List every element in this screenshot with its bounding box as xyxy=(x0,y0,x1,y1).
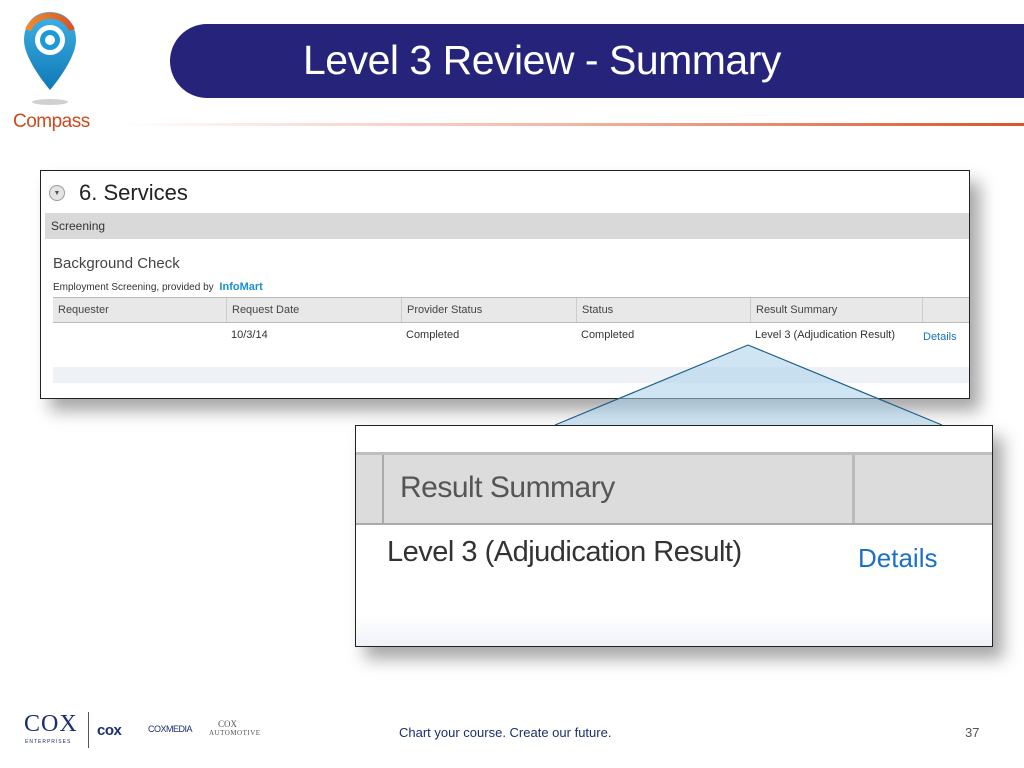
column-header-request-date[interactable]: Request Date xyxy=(226,298,401,322)
provider-prefix: Employment Screening, provided by xyxy=(53,282,214,293)
column-header-status[interactable]: Status xyxy=(576,298,750,322)
tagline: Chart your course. Create our future. xyxy=(399,725,612,740)
details-link[interactable]: Details xyxy=(923,331,957,343)
cox-automotive-logo-sub: AUTOMOTIVE xyxy=(209,729,261,737)
title-bar: Level 3 Review - Summary xyxy=(170,24,1024,98)
screening-bar: Screening xyxy=(45,213,969,239)
cox-enterprises-logo: COX xyxy=(24,711,78,737)
page-number: 37 xyxy=(965,725,980,740)
zoom-result-summary: Level 3 (Adjudication Result) xyxy=(387,536,742,568)
table-footer xyxy=(53,367,969,383)
provider-line: Employment Screening, provided by InfoMa… xyxy=(53,281,263,293)
column-header-actions xyxy=(922,298,969,322)
column-header-requester[interactable]: Requester xyxy=(53,298,226,322)
cell-status: Completed xyxy=(581,329,635,341)
cell-result-summary: Level 3 (Adjudication Result) xyxy=(755,329,896,341)
column-header-provider-status[interactable]: Provider Status xyxy=(401,298,576,322)
footer-divider xyxy=(88,712,89,748)
title-divider xyxy=(120,123,1024,126)
zoom-table-header: Result Summary xyxy=(356,452,992,525)
table-row: 10/3/14 Completed Completed Level 3 (Adj… xyxy=(53,323,969,349)
cell-provider-status: Completed xyxy=(406,329,460,341)
zoom-table-footer xyxy=(356,616,992,646)
cox-automotive-logo: COX xyxy=(218,719,238,729)
zoom-column-divider xyxy=(852,455,855,523)
zoom-column-header-result-summary[interactable]: Result Summary xyxy=(400,471,615,505)
column-header-result-summary[interactable]: Result Summary xyxy=(750,298,922,322)
cox-communications-logo: cox xyxy=(97,722,122,739)
services-panel: ▼ 6. Services Screening Background Check… xyxy=(40,170,970,399)
zoom-column-divider xyxy=(382,455,384,523)
provider-brand: InfoMart xyxy=(219,281,263,293)
cox-enterprises-sub: ENTERPRISES xyxy=(25,739,72,745)
page-title: Level 3 Review - Summary xyxy=(303,37,781,83)
section-title: 6. Services xyxy=(79,180,188,205)
section-header[interactable]: ▼ 6. Services xyxy=(49,180,188,206)
background-check-title: Background Check xyxy=(53,255,180,272)
zoom-panel: Result Summary Level 3 (Adjudication Res… xyxy=(355,425,993,647)
compass-pin-icon xyxy=(24,12,76,105)
table-header: Requester Request Date Provider Status S… xyxy=(53,297,969,323)
brand-name: Compass xyxy=(13,111,90,132)
collapse-arrow-icon[interactable]: ▼ xyxy=(49,185,65,201)
zoom-details-link[interactable]: Details xyxy=(858,543,937,574)
cox-media-logo: COXMEDIA xyxy=(148,724,193,734)
cell-request-date: 10/3/14 xyxy=(231,329,268,341)
